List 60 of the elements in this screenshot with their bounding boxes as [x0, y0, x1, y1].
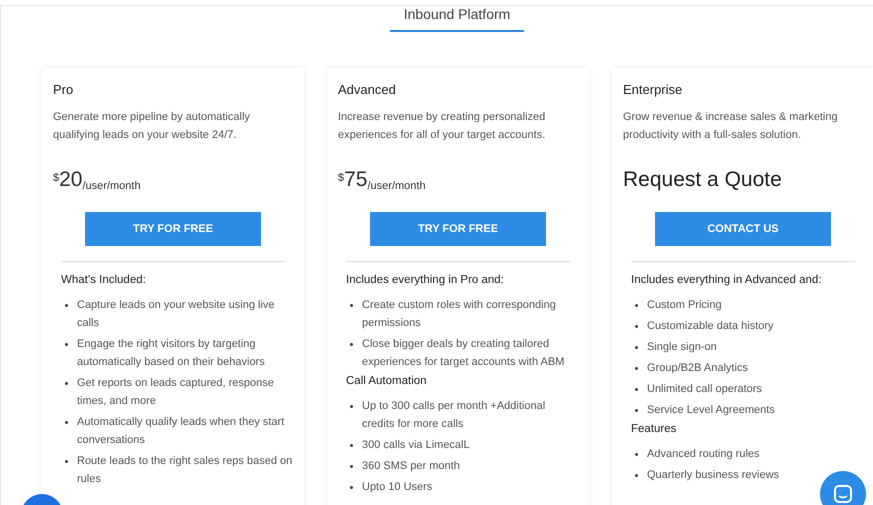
quote-heading: Request a Quote: [623, 168, 782, 192]
bullet-icon: [65, 460, 68, 463]
section-heading: Includes everything in Advanced and:: [630, 274, 823, 286]
bullet-icon: [350, 405, 353, 408]
price-unit: /user/month: [367, 180, 426, 192]
plan-description: Increase revenue by creating personalized experiences for all of your target accounts.: [338, 110, 546, 143]
plan-button[interactable]: TRY FOR FREE: [85, 212, 261, 246]
currency-symbol: $: [338, 172, 344, 184]
feature-item: Quarterly business reviews: [647, 468, 780, 483]
plan-button[interactable]: TRY FOR FREE: [370, 212, 546, 246]
feature-item: Group/B2B Analytics: [647, 361, 748, 376]
bullet-icon: [635, 409, 638, 412]
feature-item: Service Level Agreements: [647, 403, 775, 418]
feature-item: Advanced routing rules: [647, 447, 760, 462]
feature-item: Create custom roles with corresponding permissions: [362, 298, 557, 331]
feature-item: 360 SMS per month: [362, 459, 460, 474]
plan-button[interactable]: CONTACT US: [655, 212, 831, 246]
currency-symbol: $: [53, 172, 60, 184]
feature-item: Unlimited call operators: [647, 382, 762, 397]
plan-description: Generate more pipeline by automatically qualifying leads on your website 24/7.: [53, 110, 251, 143]
bullet-icon: [635, 453, 638, 456]
feature-item: Capture leads on your website using live calls: [77, 298, 276, 331]
feature-item: Single sign-on: [647, 340, 717, 355]
feature-item: Engage the right visitors by targeting automatically based on their behaviors: [77, 337, 266, 370]
bullet-icon: [65, 382, 68, 385]
bullet-icon: [635, 367, 638, 370]
feature-item: Customizable data history: [647, 319, 774, 334]
price-amount: 75: [344, 168, 368, 192]
feature-item: Up to 300 calls per month +Additional credits for more calls: [362, 399, 546, 432]
plan-name: Enterprise: [623, 82, 684, 97]
bullet-icon: [65, 343, 68, 346]
bullet-icon: [350, 465, 353, 468]
bullet-icon: [635, 474, 638, 477]
bullet-icon: [65, 304, 68, 307]
bullet-icon: [635, 346, 638, 349]
plan-description: Grow revenue & increase sales & marketing productivity with a full-sales solution.: [623, 110, 839, 143]
plan-name: Pro: [53, 82, 74, 97]
bullet-icon: [635, 388, 638, 391]
section-heading: Call Automation: [345, 375, 428, 387]
feature-item: 300 calls via LimecalL: [362, 438, 470, 453]
bullet-icon: [635, 304, 638, 307]
price-amount: 20: [59, 168, 82, 192]
section-heading: Includes everything in Pro and:: [345, 274, 505, 286]
feature-item: Route leads to the right sales reps based on rules: [77, 454, 293, 487]
bullet-icon: [350, 343, 353, 346]
feature-item: Get reports on leads captured, response times, and more: [77, 376, 275, 409]
feature-item: Upto 10 Users: [362, 480, 432, 495]
bullet-icon: [350, 486, 353, 489]
feature-item: Close bigger deals by creating tailored experiences for target accounts with ABM: [362, 337, 566, 370]
bullet-icon: [350, 444, 353, 447]
section-heading: Features: [630, 423, 678, 435]
bullet-icon: [635, 325, 638, 328]
bullet-icon: [65, 421, 68, 424]
price-unit: /user/month: [82, 180, 141, 192]
bullet-icon: [350, 304, 353, 307]
feature-item: Custom Pricing: [647, 298, 722, 313]
platform-tab[interactable]: Inbound Platform: [390, 6, 524, 32]
plan-name: Advanced: [338, 82, 397, 97]
section-heading: What’s Included:: [60, 274, 147, 286]
feature-item: Automatically qualify leads when they start conversations: [77, 415, 286, 448]
